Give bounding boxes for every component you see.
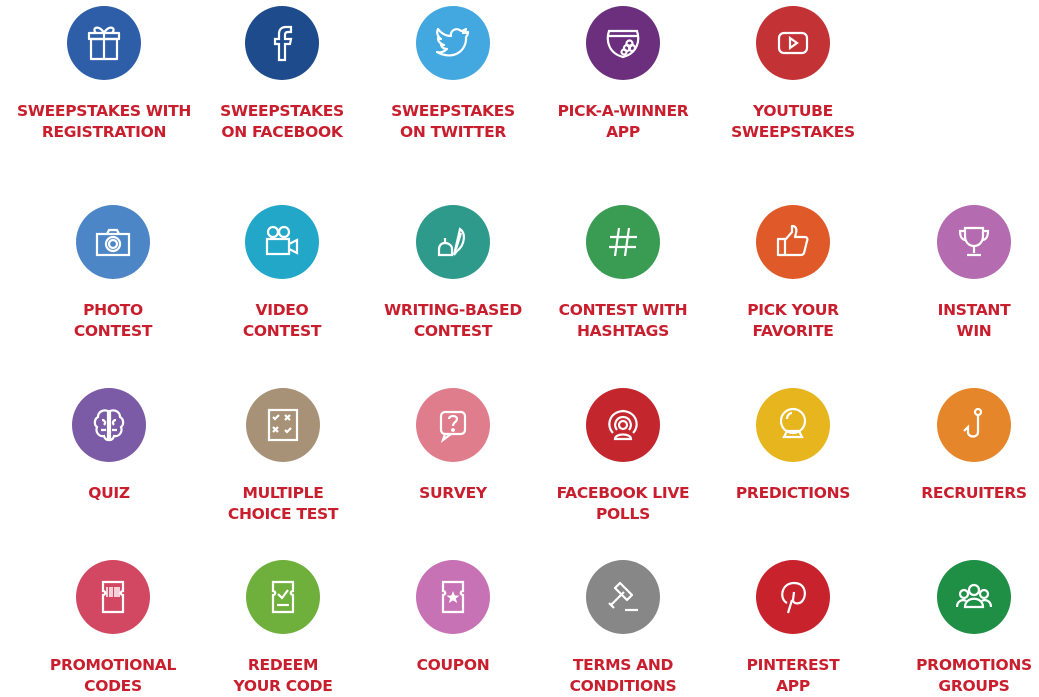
check-ticket-icon	[246, 560, 320, 634]
item-predictions[interactable]: PREDICTIONS	[708, 388, 878, 504]
item-label: COUPON	[416, 656, 490, 674]
live-broadcast-icon	[586, 388, 660, 462]
item-youtube-sweepstakes[interactable]: YOUTUBE SWEEPSTAKES	[708, 6, 878, 143]
item-contest-with-hashtags[interactable]: CONTEST WITH HASHTAGS	[538, 205, 708, 342]
item-redeem-your-code[interactable]: REDEEM YOUR CODE	[198, 560, 368, 697]
bowl-icon	[586, 6, 660, 80]
item-label: SURVEY	[419, 484, 487, 502]
item-label: TERMS AND CONDITIONS	[569, 656, 677, 695]
item-label: QUIZ	[88, 484, 130, 502]
thumbs-up-icon	[756, 205, 830, 279]
item-recruiters[interactable]: RECRUITERS	[889, 388, 1039, 504]
item-label: SWEEPSTAKES ON TWITTER	[391, 102, 515, 141]
item-pick-a-winner-app[interactable]: PICK-A-WINNER APP	[538, 6, 708, 143]
crystal-ball-icon	[756, 388, 830, 462]
youtube-icon	[756, 6, 830, 80]
item-video-contest[interactable]: VIDEO CONTEST	[197, 205, 367, 342]
item-label: RECRUITERS	[921, 484, 1027, 502]
twitter-icon	[416, 6, 490, 80]
item-pick-your-favorite[interactable]: PICK YOUR FAVORITE	[708, 205, 878, 342]
gift-icon	[67, 6, 141, 80]
facebook-icon	[245, 6, 319, 80]
item-label: VIDEO CONTEST	[242, 301, 322, 340]
item-instant-win[interactable]: INSTANT WIN	[889, 205, 1039, 342]
item-label: PINTEREST APP	[746, 656, 840, 695]
item-sweepstakes-on-twitter[interactable]: SWEEPSTAKES ON TWITTER	[368, 6, 538, 143]
item-label: YOUTUBE SWEEPSTAKES	[731, 102, 855, 141]
item-label: CONTEST WITH HASHTAGS	[558, 301, 688, 340]
item-label: PREDICTIONS	[735, 484, 851, 502]
item-multiple-choice-test[interactable]: MULTIPLE CHOICE TEST	[198, 388, 368, 525]
camera-icon	[76, 205, 150, 279]
hook-icon	[937, 388, 1011, 462]
brain-icon	[72, 388, 146, 462]
item-label: SWEEPSTAKES ON FACEBOOK	[220, 102, 344, 141]
item-label: PICK-A-WINNER APP	[557, 102, 689, 141]
hashtag-icon	[586, 205, 660, 279]
quill-ink-icon	[416, 205, 490, 279]
item-promotions-groups[interactable]: PROMOTIONS GROUPS	[889, 560, 1039, 697]
item-survey[interactable]: SURVEY	[368, 388, 538, 504]
pinterest-icon	[756, 560, 830, 634]
item-label: MULTIPLE CHOICE TEST	[227, 484, 339, 523]
item-label: PICK YOUR FAVORITE	[747, 301, 839, 340]
item-quiz[interactable]: QUIZ	[24, 388, 194, 504]
item-writing-based-contest[interactable]: WRITING-BASED CONTEST	[368, 205, 538, 342]
star-ticket-icon	[416, 560, 490, 634]
item-label: REDEEM YOUR CODE	[233, 656, 333, 695]
video-camera-icon	[245, 205, 319, 279]
item-sweepstakes-with-registration[interactable]: SWEEPSTAKES WITH REGISTRATION	[16, 6, 192, 143]
item-label: FACEBOOK LIVE POLLS	[556, 484, 690, 523]
item-facebook-live-polls[interactable]: FACEBOOK LIVE POLLS	[538, 388, 708, 525]
item-sweepstakes-on-facebook[interactable]: SWEEPSTAKES ON FACEBOOK	[197, 6, 367, 143]
item-promotional-codes[interactable]: PROMOTIONAL CODES	[28, 560, 198, 697]
item-label: PROMOTIONAL CODES	[49, 656, 177, 695]
checklist-icon	[246, 388, 320, 462]
question-bubble-icon	[416, 388, 490, 462]
item-coupon[interactable]: COUPON	[368, 560, 538, 676]
barcode-ticket-icon	[76, 560, 150, 634]
item-label: INSTANT WIN	[937, 301, 1011, 340]
item-label: WRITING-BASED CONTEST	[384, 301, 522, 340]
trophy-icon	[937, 205, 1011, 279]
item-label: PROMOTIONS GROUPS	[916, 656, 1032, 695]
item-terms-and-conditions[interactable]: TERMS AND CONDITIONS	[538, 560, 708, 697]
item-label: PHOTO CONTEST	[73, 301, 153, 340]
item-photo-contest[interactable]: PHOTO CONTEST	[28, 205, 198, 342]
item-pinterest-app[interactable]: PINTEREST APP	[708, 560, 878, 697]
item-label: SWEEPSTAKES WITH REGISTRATION	[16, 102, 192, 141]
gavel-icon	[586, 560, 660, 634]
group-icon	[937, 560, 1011, 634]
